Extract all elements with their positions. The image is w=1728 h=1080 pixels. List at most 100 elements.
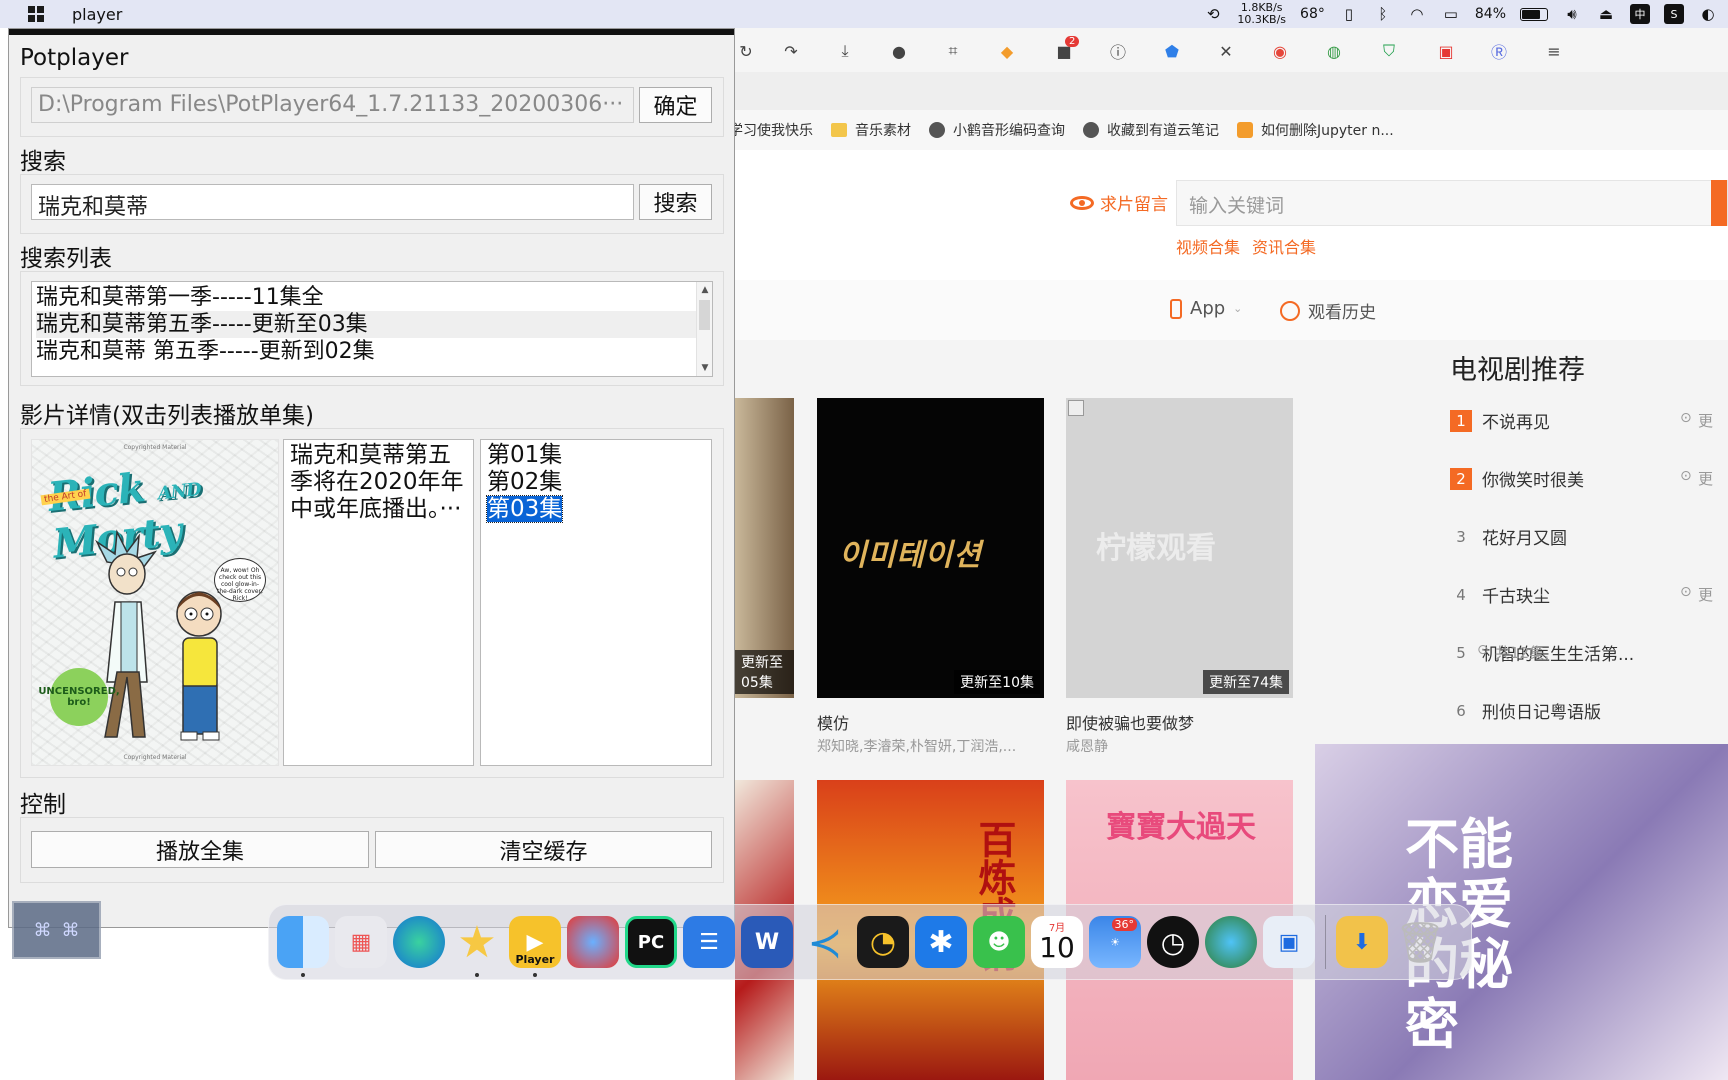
- control-section-label: 控制: [20, 792, 66, 818]
- crop-icon[interactable]: ⌗: [942, 40, 964, 62]
- menu-icon[interactable]: ≡: [1543, 40, 1565, 62]
- bookmark-item[interactable]: 音乐素材: [831, 120, 911, 140]
- active-app-title[interactable]: player: [72, 5, 122, 24]
- play-all-button[interactable]: 播放全集: [31, 831, 369, 868]
- vscode-icon[interactable]: ≺: [799, 916, 851, 968]
- airplay-icon[interactable]: ⏏: [1596, 5, 1616, 23]
- drama-poster[interactable]: 柠檬观看 更新至74集: [1066, 398, 1293, 698]
- bookmark-item[interactable]: 小鹤音形编码查询: [929, 120, 1065, 140]
- phone-icon[interactable]: ▯: [1339, 5, 1359, 23]
- potplayer-helper-window: Potplayer D:\Program Files\PotPlayer64_1…: [8, 28, 735, 928]
- extension-globe-icon[interactable]: ●: [888, 40, 910, 62]
- history-link[interactable]: 观看历史: [1280, 298, 1376, 323]
- recommend-extra: 更: [1698, 412, 1714, 430]
- globe-app-icon[interactable]: [567, 916, 619, 968]
- drama-poster[interactable]: 更新至05集: [735, 398, 794, 698]
- pycharm-icon[interactable]: PC: [625, 916, 677, 968]
- record-icon[interactable]: ▣: [1435, 40, 1457, 62]
- scroll-down-icon[interactable]: ▼: [697, 360, 712, 376]
- temperature-text[interactable]: 68°: [1300, 6, 1325, 22]
- notes-app-icon[interactable]: ☰: [683, 916, 735, 968]
- thumbnail-glyph-icon: ⌘: [61, 919, 80, 941]
- series-poster: Copyrighted Material Rick AND Morty the …: [31, 439, 279, 766]
- recommend-item[interactable]: 4 千古玦尘: [1450, 582, 1550, 608]
- clock-app-icon[interactable]: ◷: [1147, 916, 1199, 968]
- shield-icon[interactable]: ⬟: [1161, 40, 1183, 62]
- site-search-input[interactable]: 输入关键词: [1176, 180, 1728, 226]
- request-link[interactable]: 求片留言: [1070, 190, 1168, 215]
- card-title[interactable]: 即使被骗也要做梦: [1066, 710, 1194, 734]
- recommend-item[interactable]: 2 你微笑时很美: [1450, 466, 1584, 491]
- window-manager-icon[interactable]: ▣: [1263, 916, 1315, 968]
- recommend-item[interactable]: 1 不说再见: [1450, 408, 1550, 433]
- download-icon[interactable]: ⤓: [834, 40, 856, 62]
- play-circle-icon: ⊙: [1680, 468, 1692, 484]
- episode-item[interactable]: 第02集: [487, 469, 705, 496]
- scroll-up-icon[interactable]: ▲: [697, 282, 712, 298]
- scroll-thumb[interactable]: [699, 300, 710, 330]
- trash-icon[interactable]: 🗑︎: [1394, 916, 1446, 968]
- edge-icon[interactable]: [393, 916, 445, 968]
- r-extension-icon[interactable]: Ⓡ: [1488, 40, 1510, 62]
- list-item[interactable]: 瑞克和莫蒂 第五季-----更新到02集: [36, 338, 696, 365]
- dock-separator: [1325, 915, 1326, 969]
- sync-icon[interactable]: ⟲: [1203, 5, 1223, 23]
- chevron-down-icon: ⌄: [1233, 302, 1243, 315]
- info-icon[interactable]: ⓘ: [1107, 40, 1129, 62]
- search-button[interactable]: 搜索: [639, 184, 712, 220]
- battery-percent[interactable]: 84%: [1475, 6, 1506, 22]
- calendar-icon[interactable]: 7月 10: [1031, 916, 1083, 968]
- potplayer-path-field[interactable]: D:\Program Files\PotPlayer64_1.7.21133_2…: [31, 87, 634, 123]
- bluetooth-icon[interactable]: ᛒ: [1373, 5, 1393, 23]
- results-scrollbar[interactable]: ▲ ▼: [696, 282, 712, 376]
- downloader-icon[interactable]: [1205, 916, 1257, 968]
- star-app-icon[interactable]: ★: [451, 916, 503, 977]
- fox-icon[interactable]: ◆: [996, 40, 1018, 62]
- terminal-app-icon[interactable]: ◔: [857, 916, 909, 968]
- input-method-icon[interactable]: 中: [1630, 4, 1650, 24]
- display-icon[interactable]: ▭: [1441, 5, 1461, 23]
- chrome-icon[interactable]: ◉: [1269, 40, 1291, 62]
- list-item[interactable]: 瑞克和莫蒂第一季-----11集全: [36, 284, 696, 311]
- weather-icon[interactable]: 36° ☀: [1089, 916, 1141, 968]
- wifi-icon[interactable]: ◠: [1407, 5, 1427, 23]
- confirm-button[interactable]: 确定: [639, 87, 712, 123]
- folder-icon: [831, 123, 847, 137]
- volume-icon[interactable]: 🔊︎: [1562, 5, 1582, 23]
- search-input[interactable]: 瑞克和莫蒂: [31, 184, 634, 220]
- episode-item[interactable]: 第01集: [487, 442, 705, 469]
- redo-icon[interactable]: ↷: [780, 40, 802, 62]
- bookmark-item[interactable]: 学习使我快乐: [735, 120, 813, 140]
- earth-icon[interactable]: ◍: [1323, 40, 1345, 62]
- recommend-item[interactable]: 3 花好月又圆: [1450, 524, 1567, 550]
- card-title[interactable]: 模仿: [817, 710, 849, 734]
- drama-poster[interactable]: 이미테이션 更新至10集: [817, 398, 1044, 698]
- episode-list[interactable]: 第01集 第02集 第03集: [480, 439, 712, 766]
- list-item[interactable]: 瑞克和莫蒂第五季-----更新至03集: [36, 311, 696, 338]
- app-download-link[interactable]: App ⌄: [1170, 298, 1242, 319]
- finder-icon[interactable]: [277, 916, 329, 977]
- app-s-icon[interactable]: S: [1664, 4, 1684, 24]
- clear-cache-button[interactable]: 清空缓存: [375, 831, 712, 868]
- potplayer-icon[interactable]: ▶ Player: [509, 916, 561, 977]
- recommend-item[interactable]: 6 刑侦日记粤语版: [1450, 698, 1601, 724]
- battery-icon[interactable]: [1520, 7, 1548, 21]
- video-collection-link[interactable]: 视频合集: [1176, 234, 1240, 258]
- windows-logo-icon[interactable]: [28, 6, 44, 22]
- search-results-list[interactable]: 瑞克和莫蒂第一季-----11集全 瑞克和莫蒂第五季-----更新至03集 瑞克…: [31, 281, 713, 377]
- x-extension-icon[interactable]: ✕: [1215, 40, 1237, 62]
- reload-icon[interactable]: ↻: [735, 40, 757, 62]
- launchpad-icon[interactable]: ▦: [335, 916, 387, 968]
- bookmark-item[interactable]: 收藏到有道云笔记: [1083, 120, 1219, 140]
- news-collection-link[interactable]: 资讯合集: [1252, 234, 1316, 258]
- adblock-icon[interactable]: ⛉: [1378, 40, 1400, 62]
- window-thumbnail[interactable]: ⌘ ⌘: [12, 901, 101, 959]
- wechat-icon[interactable]: ☻: [973, 916, 1025, 968]
- episode-item-selected[interactable]: 第03集: [485, 495, 705, 523]
- dingtalk-icon[interactable]: ✱: [915, 916, 967, 968]
- site-search-button[interactable]: [1711, 180, 1727, 226]
- control-center-icon[interactable]: ◐: [1698, 5, 1718, 23]
- bookmark-item[interactable]: 如何删除Jupyter n...: [1237, 120, 1394, 140]
- downloads-folder-icon[interactable]: ⬇: [1336, 916, 1388, 968]
- word-icon[interactable]: W: [741, 916, 793, 968]
